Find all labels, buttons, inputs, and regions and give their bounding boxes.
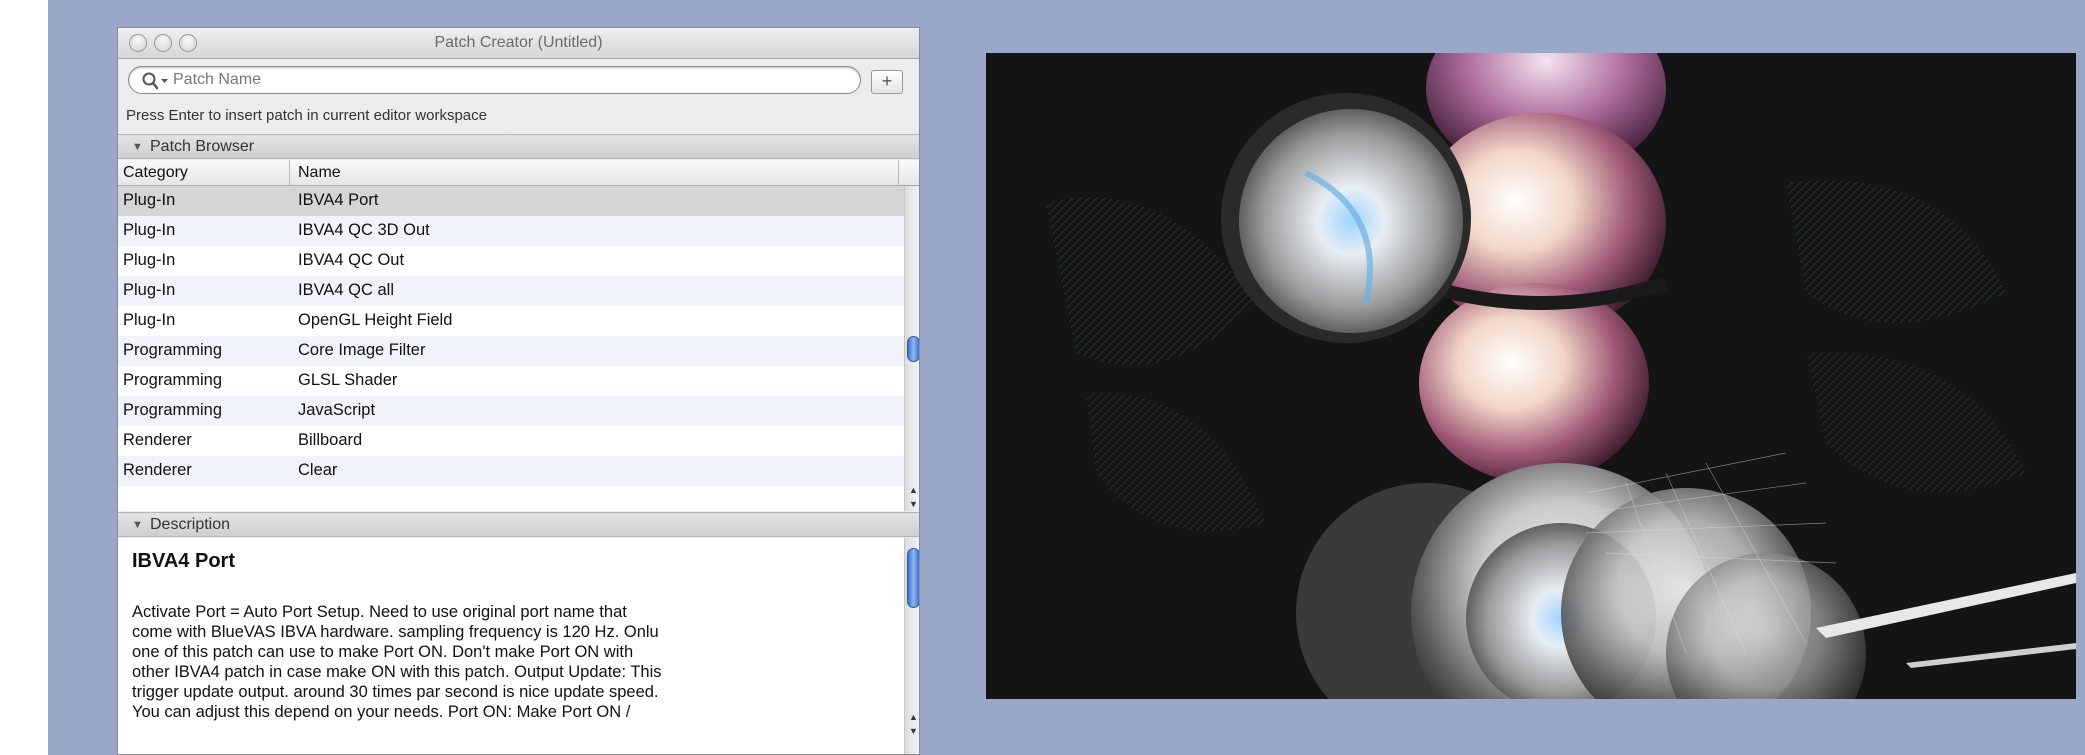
table-row[interactable]: Plug-In IBVA4 QC 3D Out	[118, 216, 904, 246]
disclosure-triangle-icon[interactable]: ▼	[132, 141, 143, 153]
table-row[interactable]: Plug-In IBVA4 QC all	[118, 276, 904, 306]
cell-category: Plug-In	[123, 191, 176, 209]
patch-creator-window: Patch Creator (Untitled) + Press Enter t…	[117, 27, 920, 755]
patch-name-input[interactable]	[173, 70, 843, 90]
render-output-image	[1046, 53, 2076, 699]
description-scrollbar[interactable]: ▲ ▼	[904, 538, 919, 754]
cell-name: IBVA4 QC all	[298, 281, 394, 299]
description-line: one of this patch can use to make Port O…	[132, 643, 634, 661]
cell-name: Clear	[298, 461, 338, 479]
search-icon[interactable]	[141, 71, 171, 91]
desktop: Patch Creator (Untitled) + Press Enter t…	[0, 0, 2085, 755]
scroll-down-arrow-icon[interactable]: ▼	[907, 497, 919, 511]
table-row[interactable]: Renderer Clear	[118, 456, 904, 486]
cell-name: OpenGL Height Field	[298, 311, 453, 329]
cell-name: Billboard	[298, 431, 363, 449]
title-bar[interactable]: Patch Creator (Untitled)	[118, 28, 919, 59]
scroll-up-arrow-icon[interactable]: ▲	[907, 710, 919, 724]
description-line: come with BlueVAS IBVA hardware. samplin…	[132, 623, 659, 641]
table-scrollbar[interactable]: ▲ ▼	[904, 186, 919, 511]
patch-browser-header[interactable]: ▼ Patch Browser	[118, 134, 919, 159]
scroll-thumb[interactable]	[907, 336, 919, 362]
cell-category: Programming	[123, 371, 223, 389]
hint-text: Press Enter to insert patch in current e…	[126, 107, 487, 124]
patch-table: Category Name Plug-In IBVA4 Port Plug-In IB…	[118, 160, 919, 511]
cell-name: IBVA4 QC Out	[298, 251, 405, 269]
search-bar: +	[118, 60, 919, 100]
render-viewer[interactable]	[986, 53, 2076, 699]
description-title: IBVA4 Port	[132, 550, 235, 572]
description-panel: IBVA4 Port Activate Port = Auto Port Set…	[118, 538, 904, 754]
description-line: other IBVA4 patch in case make ON with t…	[132, 663, 662, 681]
cell-name: IBVA4 QC 3D Out	[298, 221, 430, 239]
cell-category: Plug-In	[123, 221, 176, 239]
description-label: Description	[150, 516, 231, 533]
cell-category: Renderer	[123, 461, 192, 479]
cell-category: Plug-In	[123, 311, 176, 329]
description-line: You can adjust this depend on your needs…	[132, 703, 631, 721]
search-field[interactable]	[128, 66, 861, 94]
table-row[interactable]: Programming JavaScript	[118, 396, 904, 426]
window-title: Patch Creator (Untitled)	[434, 34, 603, 51]
table-row[interactable]: Plug-In OpenGL Height Field	[118, 306, 904, 336]
table-row[interactable]: Programming GLSL Shader	[118, 366, 904, 396]
left-margin	[0, 0, 48, 755]
cell-name: Core Image Filter	[298, 341, 426, 359]
cell-name: IBVA4 Port	[298, 191, 379, 209]
patch-browser-label: Patch Browser	[150, 138, 255, 155]
description-line: Activate Port = Auto Port Setup. Need to…	[132, 603, 627, 621]
table-row[interactable]: Renderer Billboard	[118, 426, 904, 456]
cell-category: Renderer	[123, 431, 192, 449]
column-header-name[interactable]: Name	[298, 164, 341, 182]
cell-category: Programming	[123, 341, 223, 359]
cell-category: Plug-In	[123, 281, 176, 299]
add-patch-button[interactable]: +	[871, 70, 903, 94]
description-header[interactable]: ▼ Description	[118, 512, 919, 537]
cell-name: JavaScript	[298, 401, 376, 419]
description-line: trigger update output. around 30 times p…	[132, 683, 659, 701]
table-row[interactable]: Programming Core Image Filter	[118, 336, 904, 366]
scroll-down-arrow-icon[interactable]: ▼	[907, 724, 919, 738]
cell-category: Programming	[123, 401, 223, 419]
description-body: Activate Port = Auto Port Setup. Need to…	[132, 602, 894, 722]
column-divider[interactable]	[898, 160, 899, 186]
cell-category: Plug-In	[123, 251, 176, 269]
column-divider[interactable]	[289, 160, 290, 186]
table-row[interactable]: Plug-In IBVA4 Port	[118, 186, 904, 216]
disclosure-triangle-icon[interactable]: ▼	[132, 519, 143, 531]
cell-name: GLSL Shader	[298, 371, 398, 389]
scroll-thumb[interactable]	[907, 548, 919, 608]
table-header: Category Name	[118, 160, 919, 186]
column-header-category[interactable]: Category	[123, 164, 188, 182]
table-row[interactable]: Plug-In IBVA4 QC Out	[118, 246, 904, 276]
scroll-up-arrow-icon[interactable]: ▲	[907, 483, 919, 497]
